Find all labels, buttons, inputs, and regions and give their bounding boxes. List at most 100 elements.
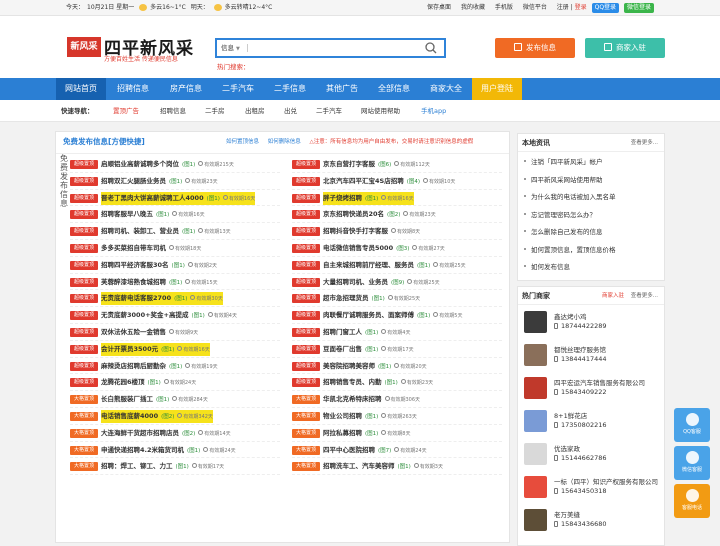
listing-row[interactable]: 超级置顶 会计开票员3500元 (图1) 有效期16天 bbox=[70, 341, 280, 358]
listing-title-wrap[interactable]: 阿拉私募招聘 (图1) 有效期8天 bbox=[323, 427, 410, 440]
listing-row[interactable]: 大格置顶 申通快递招聘4.2米箱货司机 (图1) 有效期24天 bbox=[70, 442, 280, 459]
merchant-join-button[interactable]: 商家入驻 bbox=[585, 38, 665, 58]
listing-row[interactable]: 大格置顶 长白熊服装厂插工 (图1) 有效期284天 bbox=[70, 391, 280, 408]
merchant-avatar[interactable] bbox=[524, 509, 547, 531]
quick-nav-app[interactable]: 手机app bbox=[421, 100, 446, 122]
listing-title-wrap[interactable]: 物业公司招聘 (图1) 有效期263天 bbox=[323, 410, 417, 423]
listing-row[interactable]: 超级置顶 超市急招理货员 (图1) 有效期25天 bbox=[292, 290, 502, 308]
wechat-link[interactable]: 微信平台 bbox=[523, 4, 547, 11]
listing-row[interactable]: 超级置顶 双休法休五险一金销售 有效期9天 bbox=[70, 324, 280, 341]
wechat-service-button[interactable]: 微信客服 bbox=[674, 446, 710, 480]
listing-title[interactable]: 京东自营打字客服 bbox=[323, 160, 375, 168]
listing-row[interactable]: 超级置顶 京东招聘快递员20名 (图2) 有效期23天 bbox=[292, 206, 502, 224]
merchants-more-link[interactable]: 查看更多... bbox=[631, 287, 658, 305]
merchant-item[interactable]: 都悦丝理疗服务馆 13844417444 bbox=[524, 342, 664, 368]
merchant-avatar[interactable] bbox=[524, 476, 547, 498]
listing-row[interactable]: 超级置顶 招聘抖音快手打字客服 有效期8天 bbox=[292, 223, 502, 240]
listing-title[interactable]: 超市急招理货员 bbox=[323, 294, 369, 302]
listing-title[interactable]: 电话销售底薪4000 bbox=[101, 412, 158, 420]
listing-title-wrap[interactable]: 会计开票员3500元 (图1) 有效期16天 bbox=[101, 342, 210, 356]
listing-title[interactable]: 双休法休五险一金销售 bbox=[101, 328, 166, 336]
listing-title-wrap[interactable]: 大量招聘司机、业务员 (图9) 有效期25天 bbox=[323, 276, 440, 289]
news-item-label[interactable]: 为什么我的电话被加入黑名单 bbox=[531, 193, 616, 201]
listing-title-wrap[interactable]: 京东自营打字客服 (图6) 有效期112天 bbox=[323, 158, 430, 171]
listing-title-wrap[interactable]: 电话销售底薪4000 (图2) 有效期342天 bbox=[101, 410, 213, 423]
listing-row[interactable]: 超级置顶 京东自营打字客服 (图6) 有效期112天 bbox=[292, 156, 502, 173]
listing-title-wrap[interactable]: 大连海鲜干货超市招聘店员 (图2) 有效期14天 bbox=[101, 427, 231, 440]
listing-title-wrap[interactable]: 招聘洗车工、汽车美容师 (图1) 有效期3天 bbox=[323, 460, 443, 473]
listing-title-wrap[interactable]: 豆面卷厂出售 (图1) 有效期17天 bbox=[323, 343, 414, 356]
save-desktop-link[interactable]: 保存桌面 bbox=[427, 4, 451, 11]
merchant-name[interactable]: 优选家政 bbox=[554, 443, 580, 453]
listing-title[interactable]: 长白熊服装厂插工 bbox=[101, 395, 153, 403]
news-item[interactable]: 为什么我的电话被加入黑名单 bbox=[524, 189, 616, 207]
merchant-name[interactable]: 8+1鲜花店 bbox=[554, 410, 587, 420]
news-item-label[interactable]: 怎么删除自己发布的信息 bbox=[531, 228, 603, 236]
quick-nav-used-cars[interactable]: 二手汽车 bbox=[316, 100, 342, 122]
listing-title-wrap[interactable]: 招聘四平经济客服30名 (图1) 有效期2天 bbox=[101, 259, 217, 272]
wechat-login-button[interactable]: 微信登录 bbox=[623, 3, 654, 13]
listing-title-wrap[interactable]: 招聘客服早八晚五 (图1) 有效期16天 bbox=[101, 208, 205, 221]
qq-login-button[interactable]: QQ登录 bbox=[591, 3, 620, 13]
listing-title-wrap[interactable]: 无责底薪3000+奖金+高提成 (图1) 有效期4天 bbox=[101, 309, 237, 322]
listing-title-wrap[interactable]: 京东招聘快递员20名 (图2) 有效期23天 bbox=[323, 208, 436, 221]
listing-title[interactable]: 招聘抖音快手打字客服 bbox=[323, 227, 388, 235]
how-to-pin-link[interactable]: 如何置顶信息 bbox=[226, 139, 259, 145]
mobile-link[interactable]: 手机版 bbox=[495, 4, 513, 11]
listing-row[interactable]: 超级置顶 晋老丁黑肉大饼高薪诚聘工人4000 (图1) 有效期16天 bbox=[70, 190, 280, 207]
news-item-label[interactable]: 如何发布信息 bbox=[531, 263, 570, 271]
listing-title[interactable]: 无责底薪电话客服2700 bbox=[101, 294, 171, 302]
listing-title[interactable]: 自主来城招聘前厅经理、服务员 bbox=[323, 261, 414, 269]
listing-row[interactable]: 超级置顶 招聘双汇火腿肠业务员 (图1) 有效期23天 bbox=[70, 173, 280, 190]
listing-title-wrap[interactable]: 肉联餐厅诚聘服务员、面案师傅 (图1) 有效期5天 bbox=[323, 309, 462, 322]
nav-jobs[interactable]: 招聘信息 bbox=[106, 78, 160, 100]
news-item[interactable]: 如何置顶信息，置顶信息价格 bbox=[524, 242, 616, 260]
search-category-select[interactable]: 信息 ▼ bbox=[221, 40, 240, 57]
merchant-avatar[interactable] bbox=[524, 377, 547, 399]
listing-row[interactable]: 大格置顶 招聘：焊工、铆工、力工 (图1) 有效期17天 bbox=[70, 458, 280, 476]
listing-title-wrap[interactable]: 招聘司机、装卸工、营业员 (图1) 有效期13天 bbox=[101, 225, 231, 238]
nav-merchants[interactable]: 商家大全 bbox=[420, 78, 472, 100]
listing-row[interactable]: 超级置顶 招聘客服早八晚五 (图1) 有效期16天 bbox=[70, 206, 280, 224]
listing-row[interactable]: 大格置顶 阿拉私募招聘 (图1) 有效期8天 bbox=[292, 425, 502, 442]
listing-row[interactable]: 超级置顶 美容院招聘美容师 (图1) 有效期20天 bbox=[292, 358, 502, 375]
listing-title-wrap[interactable]: 自主来城招聘前厅经理、服务员 (图1) 有效期25天 bbox=[323, 259, 466, 272]
listing-title-wrap[interactable]: 超市急招理货员 (图1) 有效期25天 bbox=[323, 292, 420, 305]
listing-title[interactable]: 豆面卷厂出售 bbox=[323, 345, 362, 353]
listing-title-wrap[interactable]: 华凯北克希特床招聘 有效期306天 bbox=[323, 393, 420, 406]
listing-title[interactable]: 申通快递招聘4.2米箱货司机 bbox=[101, 446, 184, 454]
listing-title[interactable]: 华凯北克希特床招聘 bbox=[323, 395, 382, 403]
nav-other-ads[interactable]: 其他广告 bbox=[316, 78, 368, 100]
listing-title[interactable]: 招聘四平经济客服30名 bbox=[101, 261, 169, 269]
listing-title-wrap[interactable]: 启顺铝业高薪诚聘多个岗位 (图1) 有效期215天 bbox=[101, 158, 234, 171]
listing-row[interactable]: 超级置顶 麻辣烫店招聘后厨勤杂 (图1) 有效期19天 bbox=[70, 358, 280, 375]
news-item-label[interactable]: 忘记管理密码怎么办？ bbox=[531, 211, 596, 219]
listing-title[interactable]: 招聘：焊工、铆工、力工 bbox=[101, 462, 173, 470]
quick-nav-rental[interactable]: 出租房 bbox=[245, 100, 265, 122]
listing-row[interactable]: 超级置顶 招聘司机、装卸工、营业员 (图1) 有效期13天 bbox=[70, 223, 280, 240]
listing-row[interactable]: 超级置顶 无责底薪电话客服2700 (图1) 有效期30天 bbox=[70, 290, 280, 308]
nav-property[interactable]: 房产信息 bbox=[160, 78, 212, 100]
listing-row[interactable]: 超级置顶 招聘四平经济客服30名 (图1) 有效期2天 bbox=[70, 257, 280, 274]
listing-title[interactable]: 北京汽车四平汇宝4S店招聘 bbox=[323, 177, 404, 185]
listing-row[interactable]: 超级置顶 启顺铝业高薪诚聘多个岗位 (图1) 有效期215天 bbox=[70, 156, 280, 173]
listing-title-wrap[interactable]: 多多买菜招自带车司机 有效期18天 bbox=[101, 242, 201, 255]
qq-service-button[interactable]: QQ客服 bbox=[674, 408, 710, 442]
merchant-item[interactable]: 老万美缝 15843436680 bbox=[524, 507, 664, 533]
listing-row[interactable]: 大格置顶 华凯北克希特床招聘 有效期306天 bbox=[292, 391, 502, 408]
listing-title[interactable]: 招聘销售专员、内勤 bbox=[323, 378, 382, 386]
listing-title-wrap[interactable]: 申通快递招聘4.2米箱货司机 (图1) 有效期24天 bbox=[101, 444, 236, 457]
news-item-label[interactable]: 四平新风采网站使用帮助 bbox=[531, 176, 603, 184]
logo-badge[interactable]: 新风采 bbox=[67, 37, 101, 57]
nav-second-hand[interactable]: 二手信息 bbox=[264, 78, 316, 100]
listing-title-wrap[interactable]: 美容院招聘美容师 (图1) 有效期20天 bbox=[323, 360, 427, 373]
listing-row[interactable]: 超级置顶 大量招聘司机、业务员 (图9) 有效期25天 bbox=[292, 274, 502, 291]
listing-row[interactable]: 超级置顶 肉联餐厅诚聘服务员、面案师傅 (图1) 有效期5天 bbox=[292, 307, 502, 324]
listing-title-wrap[interactable]: 招聘门窗工人 (图1) 有效期4天 bbox=[323, 326, 410, 339]
listing-row[interactable]: 大格置顶 物业公司招聘 (图1) 有效期263天 bbox=[292, 408, 502, 425]
listing-title[interactable]: 阿拉私募招聘 bbox=[323, 429, 362, 437]
merchant-item[interactable]: 四平宏运汽车销售服务有限公司 15843409222 bbox=[524, 375, 664, 401]
merchant-name[interactable]: 鑫达烤小鸡 bbox=[554, 311, 587, 321]
listing-title-wrap[interactable]: 招聘抖音快手打字客服 有效期8天 bbox=[323, 225, 420, 238]
listing-row[interactable]: 超级置顶 北京汽车四平汇宝4S店招聘 (图4) 有效期10天 bbox=[292, 173, 502, 190]
